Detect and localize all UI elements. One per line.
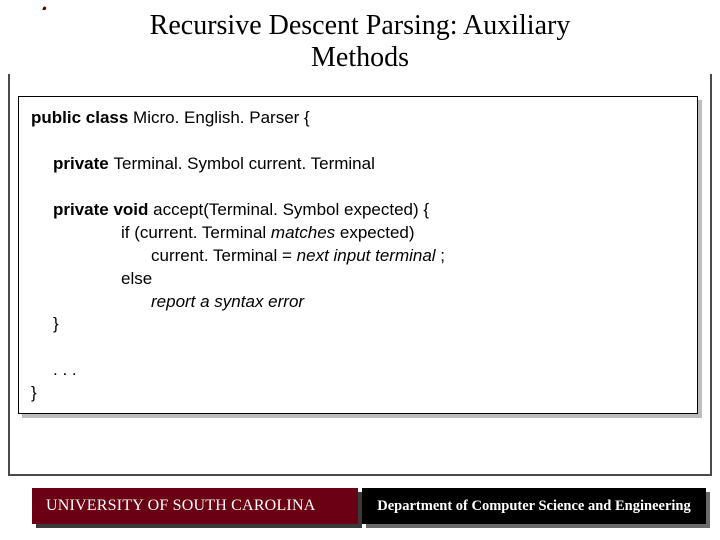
- code-line-2: private Terminal. Symbol current. Termin…: [31, 153, 685, 176]
- slide-title: Recursive Descent Parsing: Auxiliary Met…: [0, 10, 720, 74]
- code-line-1: public class Micro. English. Parser {: [31, 107, 685, 130]
- code-line-7: report a syntax error: [31, 291, 685, 314]
- code-line-9: . . .: [31, 359, 685, 382]
- blank-line: [31, 176, 685, 199]
- code-line-6: else: [31, 268, 685, 291]
- footer-university: UNIVERSITY OF SOUTH CAROLINA: [32, 488, 358, 524]
- code-line-4: if (current. Terminal matches expected): [31, 222, 685, 245]
- blank-line: [31, 336, 685, 359]
- title-line-1: Recursive Descent Parsing: Auxiliary: [50, 10, 670, 42]
- code-line-5: current. Terminal = next input terminal …: [31, 245, 685, 268]
- footer-department: Department of Computer Science and Engin…: [362, 488, 706, 524]
- code-line-8: }: [31, 313, 685, 336]
- blank-line: [31, 130, 685, 153]
- code-box: public class Micro. English. Parser { pr…: [18, 96, 698, 414]
- code-line-3: private void accept(Terminal. Symbol exp…: [31, 199, 685, 222]
- code-line-10: }: [31, 382, 685, 405]
- title-line-2: Methods: [50, 42, 670, 74]
